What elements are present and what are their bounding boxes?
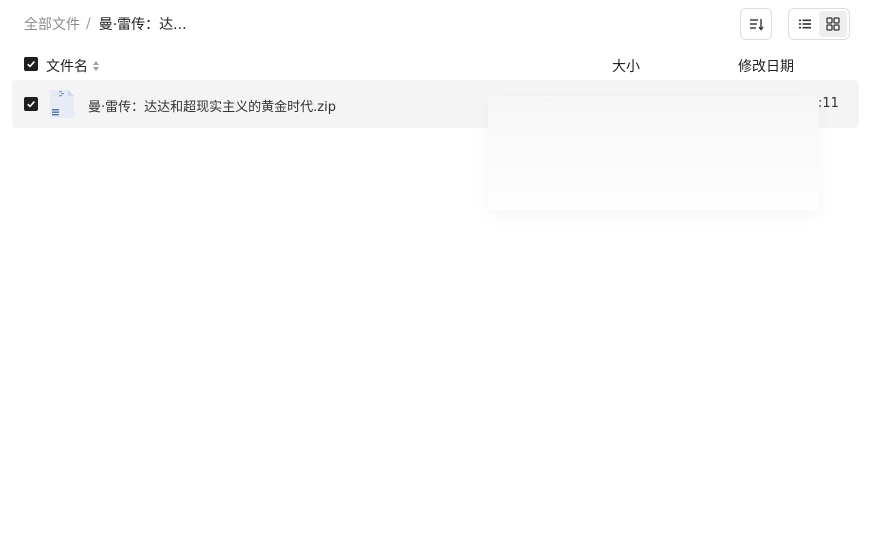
file-name[interactable]: 曼·雷传：达达和超现实主义的黄金时代.zip <box>88 96 336 115</box>
breadcrumb: 全部文件 / 曼·雷传：达... <box>24 14 187 34</box>
column-header-size[interactable]: 大小 <box>612 56 640 76</box>
list-view-icon <box>799 19 811 29</box>
column-header-date[interactable]: 修改日期 <box>738 56 794 76</box>
list-view-button[interactable] <box>791 11 819 37</box>
file-modified-date: :11 <box>818 96 839 111</box>
hover-popover-blur <box>488 96 819 210</box>
row-checkbox[interactable] <box>24 97 38 111</box>
sort-icon <box>750 19 764 31</box>
top-bar: 全部文件 / 曼·雷传：达... <box>0 0 874 48</box>
sort-toggle-icon <box>93 61 99 71</box>
column-header-name-label: 文件名 <box>46 59 88 75</box>
select-all-checkbox[interactable] <box>24 57 38 71</box>
zip-file-icon <box>50 90 74 118</box>
column-header-name[interactable]: 文件名 <box>46 56 101 76</box>
breadcrumb-current: 曼·雷传：达... <box>98 17 187 33</box>
grid-view-button[interactable] <box>819 11 847 37</box>
breadcrumb-root-link[interactable]: 全部文件 <box>24 14 80 34</box>
checkmark-icon <box>27 101 35 108</box>
sort-button[interactable] <box>740 8 772 40</box>
grid-view-icon <box>826 17 840 31</box>
view-toggle <box>788 8 850 40</box>
table-header: 文件名 大小 修改日期 <box>12 48 859 80</box>
breadcrumb-separator: / <box>86 16 91 32</box>
checkmark-icon <box>27 61 35 68</box>
